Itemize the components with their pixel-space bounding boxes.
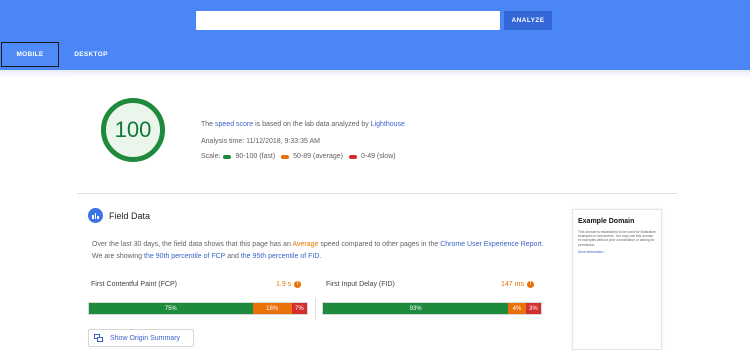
fcp-value-text: 1.9 s [276,281,292,288]
warning-icon: ! [526,281,534,288]
fcp-slow-segment: 7% [291,303,307,314]
fcp-fast-segment: 75% [89,303,253,314]
fcp-average-segment: 18% [252,303,292,314]
fd-text-and: and [227,253,239,260]
field-data-description: Over the last 30 days, the field data sh… [92,239,552,263]
scale-average-dot [281,154,290,159]
chrome-ux-report-link[interactable]: Chrome User Experience Report [440,241,542,248]
fd-text-2: speed compared to other pages in the [320,241,439,248]
speed-score-link[interactable]: speed score [215,121,253,128]
tab-mobile[interactable]: MOBILE [1,42,59,67]
scale-fast-dot [223,154,232,159]
lighthouse-link[interactable]: Lighthouse [371,121,405,128]
thumbnail-link: More information... [578,249,607,254]
fid-value-text: 147 ms [501,281,524,288]
scale-slow-label: 0-49 (slow) [360,153,396,160]
fd-text-end: . [319,253,322,260]
fid-average-segment: 4% [508,303,526,314]
warning-icon: ! [294,281,302,288]
fcp-value: 1.9 s! [276,281,302,288]
score-summary: The speed score is based on the lab data… [201,121,405,128]
thumbnail-title: Example Domain [578,218,635,225]
analyze-button[interactable]: ANALYZE [504,11,552,30]
field-data-icon [88,208,103,223]
origin-summary-icon [94,334,103,342]
fcp-distribution-bar: 75% 18% 7% [88,302,308,315]
section-divider [77,193,677,194]
url-input[interactable] [196,11,500,30]
scale-average-label: 50-89 (average) [293,153,343,160]
scale-fast-label: 90-100 (fast) [235,153,276,160]
fid-slow-segment: 3% [525,303,541,314]
average-label: Average [292,241,319,248]
fcp-label: First Contentful Paint (FCP) [91,281,177,288]
summary-middle: is based on the lab data analyzed by [255,121,369,128]
summary-the: The [201,121,214,128]
origin-summary-label: Show Origin Summary [110,334,181,342]
tab-desktop[interactable]: DESKTOP [64,42,118,67]
fid-percentile-link[interactable]: the 95th percentile of FID [241,253,320,260]
show-origin-summary-button[interactable]: Show Origin Summary [88,329,194,347]
fid-label: First Input Delay (FID) [326,281,395,288]
thumbnail-body: This domain is established to be used fo… [578,230,656,247]
fid-fast-segment: 93% [323,303,509,314]
fd-text-1: Over the last 30 days, the field data sh… [92,241,291,248]
score-scale: Scale: 90-100 (fast) 50-89 (average) 0-4… [201,153,396,160]
top-bar: ANALYZE MOBILE DESKTOP [0,0,750,70]
fid-distribution-bar: 93% 4% 3% [322,302,542,315]
performance-score: 100 [114,117,152,142]
fid-value: 147 ms! [501,281,534,288]
scale-label: Scale: [201,153,221,160]
fcp-percentile-link[interactable]: the 90th percentile of FCP [144,253,225,260]
field-data-title: Field Data [109,211,151,221]
scale-slow-dot [348,154,357,159]
page-screenshot-thumbnail: Example Domain This domain is establishe… [572,209,662,350]
analysis-time: Analysis time: 11/12/2018, 9:33:35 AM [201,138,320,145]
metric-divider [315,298,316,320]
